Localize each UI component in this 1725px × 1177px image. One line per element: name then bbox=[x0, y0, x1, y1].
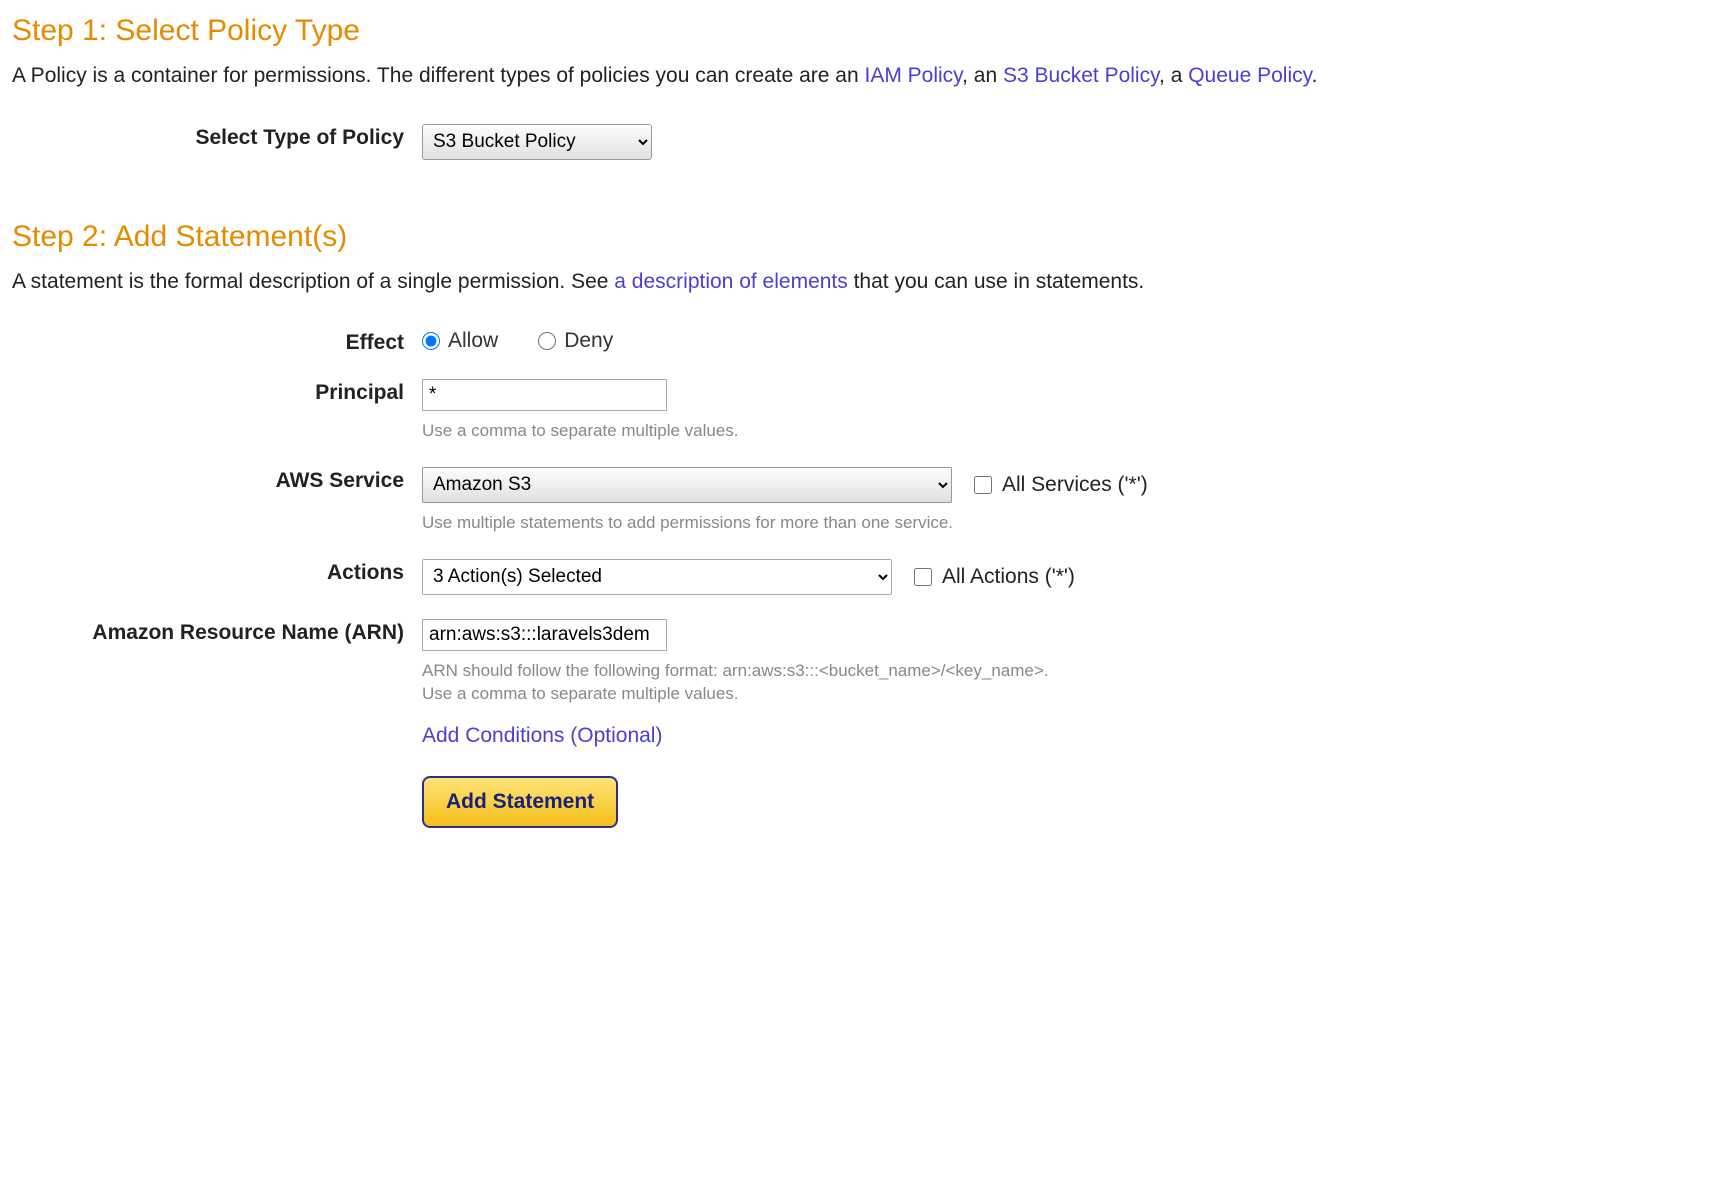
all-actions-option[interactable]: All Actions ('*') bbox=[914, 565, 1075, 589]
s3-bucket-policy-link[interactable]: S3 Bucket Policy bbox=[1003, 64, 1159, 87]
effect-label: Effect bbox=[12, 327, 422, 355]
step2-description: A statement is the formal description of… bbox=[12, 266, 1713, 298]
arn-hint: ARN should follow the following format: … bbox=[422, 659, 1182, 707]
effect-deny-option[interactable]: Deny bbox=[538, 329, 613, 353]
actions-label: Actions bbox=[12, 557, 422, 585]
effect-deny-radio[interactable] bbox=[538, 332, 556, 350]
all-services-checkbox[interactable] bbox=[974, 476, 992, 494]
principal-label: Principal bbox=[12, 377, 422, 405]
arn-label: Amazon Resource Name (ARN) bbox=[12, 617, 422, 645]
all-actions-checkbox[interactable] bbox=[914, 568, 932, 586]
effect-allow-option[interactable]: Allow bbox=[422, 329, 498, 353]
actions-select[interactable]: 3 Action(s) Selected bbox=[422, 559, 892, 595]
principal-input[interactable] bbox=[422, 379, 667, 411]
policy-type-select[interactable]: S3 Bucket Policy bbox=[422, 124, 652, 160]
add-statement-button[interactable]: Add Statement bbox=[422, 776, 618, 828]
principal-hint: Use a comma to separate multiple values. bbox=[422, 419, 1713, 443]
step1-heading: Step 1: Select Policy Type bbox=[12, 14, 1713, 48]
aws-service-label: AWS Service bbox=[12, 465, 422, 493]
queue-policy-link[interactable]: Queue Policy bbox=[1188, 64, 1311, 87]
aws-service-select[interactable]: Amazon S3 bbox=[422, 467, 952, 503]
arn-input[interactable] bbox=[422, 619, 667, 651]
iam-policy-link[interactable]: IAM Policy bbox=[865, 64, 963, 87]
add-conditions-link[interactable]: Add Conditions (Optional) bbox=[422, 724, 662, 748]
step1-description: A Policy is a container for permissions.… bbox=[12, 60, 1713, 92]
step2-heading: Step 2: Add Statement(s) bbox=[12, 220, 1713, 254]
all-services-option[interactable]: All Services ('*') bbox=[974, 473, 1148, 497]
effect-allow-radio[interactable] bbox=[422, 332, 440, 350]
description-of-elements-link[interactable]: a description of elements bbox=[614, 270, 847, 293]
select-type-label: Select Type of Policy bbox=[12, 122, 422, 150]
aws-service-hint: Use multiple statements to add permissio… bbox=[422, 511, 1713, 535]
